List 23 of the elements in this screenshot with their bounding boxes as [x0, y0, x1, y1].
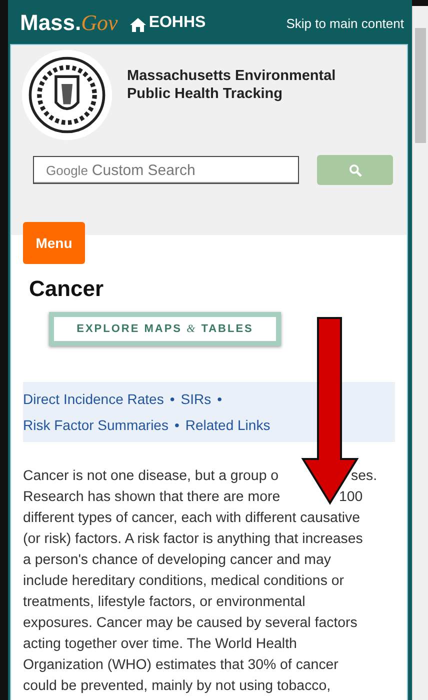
nav-link[interactable]: Direct Incidence Rates — [23, 391, 164, 407]
site-logo[interactable]: Mass.Gov — [20, 10, 118, 36]
skip-link[interactable]: Skip to main content — [286, 16, 404, 30]
search-button[interactable] — [317, 155, 393, 185]
text-fragment: 100 — [339, 488, 363, 507]
explore-button[interactable]: EXPLORE MAPS & TABLES — [49, 312, 281, 346]
nav-link[interactable]: SIRs — [180, 391, 212, 407]
nav-link[interactable]: Related Links — [185, 417, 270, 433]
search-field[interactable]: Google Custom Search — [33, 156, 299, 184]
text-line: Cancer is not one disease, but a group o — [23, 468, 279, 484]
body-paragraph: different types of cancer, each with different causative (or risk) factors. A risk factor is anything that increases a person's chance of developing cancer and may include hereditary conditions, medical conditions or treatments, lifestyle factors, or environmental exposures. Cancer may be caused by several factors acting together over time. The World Health Organization (WHO) estimates that 30% of cancer could be prevented, mainly by not using tobacco, — [23, 509, 364, 696]
search-icon — [348, 164, 362, 176]
text-fragment: ses. — [351, 467, 378, 486]
bullet-separator: • — [170, 391, 175, 407]
scrollbar[interactable] — [412, 6, 428, 700]
bullet-separator: • — [217, 391, 222, 407]
home-link[interactable]: EOHHS — [130, 14, 206, 32]
nav-link[interactable]: Risk Factor Summaries — [23, 417, 168, 433]
text-line: Research has shown that there are more — [23, 489, 280, 505]
page-title: Cancer — [29, 276, 105, 302]
site-title: Massachusetts Environmental Public Health Tracking — [127, 67, 336, 104]
home-icon — [130, 18, 146, 32]
bullet-separator: • — [174, 417, 180, 433]
